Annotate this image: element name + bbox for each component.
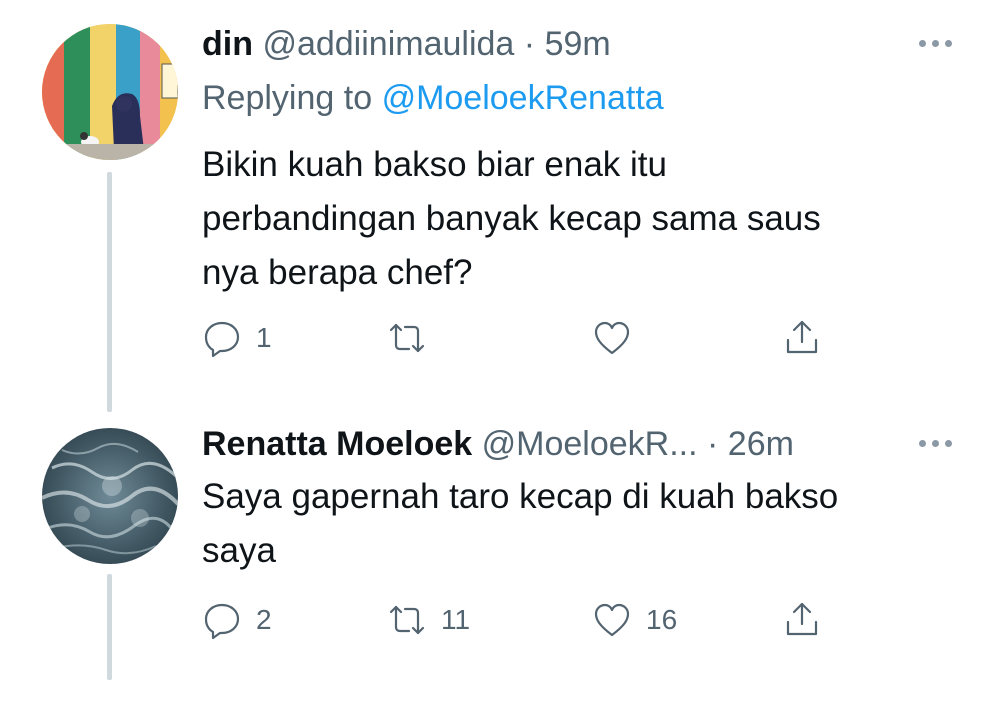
retweet-count: 11: [441, 604, 471, 635]
thread-line: [107, 574, 112, 680]
like-count: 16: [646, 604, 678, 635]
reply-button[interactable]: 2: [202, 598, 272, 642]
like-icon: [594, 603, 630, 637]
tweet-time[interactable]: 59m: [545, 25, 611, 63]
display-name[interactable]: din: [202, 25, 253, 63]
more-icon[interactable]: [919, 440, 952, 447]
reply-icon: [204, 603, 240, 640]
share-button[interactable]: [782, 316, 822, 360]
retweet-button[interactable]: 11: [387, 598, 470, 642]
dot-separator: ·: [707, 425, 719, 463]
thread-line: [107, 172, 112, 412]
user-handle[interactable]: @MoeloekR...: [482, 425, 698, 463]
tweet-time[interactable]: 26m: [728, 425, 794, 463]
tweet-text: Bikin kuah bakso biar enak itu perbandin…: [202, 138, 962, 300]
replying-to: Replying to @MoeloekRenatta: [202, 78, 664, 118]
reply-icon: [204, 321, 240, 358]
dot-separator: ·: [523, 25, 536, 63]
share-icon: [786, 602, 818, 636]
tweet-text-line: nya berapa chef?: [202, 253, 473, 292]
reply-count: 2: [256, 604, 272, 635]
like-button[interactable]: [592, 316, 646, 360]
share-icon: [786, 320, 818, 354]
like-button[interactable]: 16: [592, 598, 677, 642]
tweet-text-line: perbandingan banyak kecap sama saus: [202, 199, 821, 238]
like-icon: [594, 321, 630, 355]
tweet-actions: 1: [202, 316, 842, 360]
more-icon[interactable]: [919, 40, 952, 47]
retweet-icon: [389, 605, 425, 635]
reply-count: 1: [256, 322, 272, 353]
avatar-image: [42, 428, 178, 564]
tweet-text-line: saya: [202, 531, 276, 570]
tweet-text-line: Saya gapernah taro kecap di kuah bakso: [202, 477, 839, 516]
tweet-text: Saya gapernah taro kecap di kuah bakso s…: [202, 470, 962, 578]
replying-to-label: Replying to: [202, 79, 373, 117]
replying-to-handle[interactable]: @MoeloekRenatta: [382, 79, 664, 117]
tweet-header: Renatta Moeloek @MoeloekR... · 26m: [202, 424, 794, 464]
retweet-button[interactable]: [387, 316, 441, 360]
tweet-header: din @addiinimaulida · 59m: [202, 24, 611, 64]
display-name[interactable]: Renatta Moeloek: [202, 425, 472, 463]
avatar-image: [42, 24, 178, 160]
share-button[interactable]: [782, 598, 822, 642]
tweet-text-line: Bikin kuah bakso biar enak itu: [202, 145, 667, 184]
avatar[interactable]: [42, 428, 178, 564]
avatar[interactable]: [42, 24, 178, 160]
reply-button[interactable]: 1: [202, 316, 272, 360]
retweet-icon: [389, 323, 425, 353]
user-handle[interactable]: @addiinimaulida: [262, 25, 514, 63]
tweet-actions: 2 11 16: [202, 598, 842, 642]
